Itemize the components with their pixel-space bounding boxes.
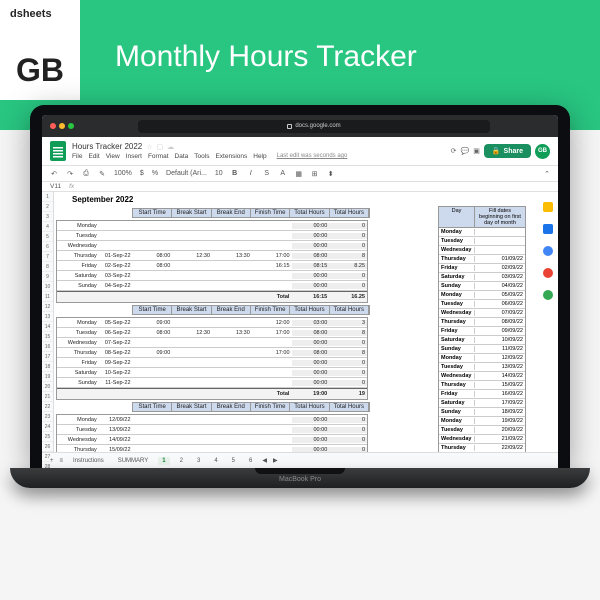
hero-title: Monthly Hours Tracker [115, 40, 417, 74]
calendar-icon[interactable] [543, 224, 553, 234]
all-sheets-icon[interactable]: ≡ [60, 458, 64, 464]
row-headers: 1234567891011121314151617181920212223242… [42, 192, 54, 452]
doc-header: Hours Tracker 2022 ☆ ▢ ☁ File Edit View … [42, 137, 558, 166]
menu-help[interactable]: Help [253, 153, 266, 160]
menu-edit[interactable]: Edit [88, 153, 99, 160]
cloud-icon[interactable]: ☁ [167, 143, 174, 151]
maximize-icon[interactable] [68, 123, 74, 129]
history-icon[interactable]: ⟳ [451, 147, 457, 155]
last-edit[interactable]: Last edit was seconds ago [277, 153, 348, 160]
scroll-left-icon[interactable]: ◀ [262, 457, 267, 464]
sheet-area[interactable]: 1234567891011121314151617181920212223242… [42, 192, 558, 452]
close-icon[interactable] [50, 123, 56, 129]
menu-extensions[interactable]: Extensions [215, 153, 247, 160]
tasks-icon[interactable] [543, 246, 553, 256]
menu-file[interactable]: File [72, 153, 82, 160]
avatar[interactable]: GB [535, 144, 550, 159]
share-button[interactable]: 🔒 Share [484, 144, 531, 158]
toolbar: ↶ ↷ ⎙ ✎ 100% $ % Default (Ari... 10 B I … [42, 166, 558, 182]
currency-icon[interactable]: $ [140, 170, 144, 177]
side-panel-icons [540, 202, 556, 300]
tab-1[interactable]: 1 [158, 457, 169, 465]
add-sheet-icon[interactable]: + [50, 458, 54, 464]
print-icon[interactable]: ⎙ [82, 170, 90, 178]
menu-data[interactable]: Data [175, 153, 189, 160]
text-color-icon[interactable]: A [279, 170, 287, 177]
laptop-base: MacBook Pro [10, 468, 590, 488]
strike-icon[interactable]: S [263, 170, 271, 177]
meet-icon[interactable]: ▣ [473, 147, 480, 155]
percent-icon[interactable]: % [152, 170, 158, 177]
fill-icon[interactable]: ▦ [295, 170, 303, 178]
borders-icon[interactable]: ⊞ [311, 170, 319, 178]
menu-tools[interactable]: Tools [194, 153, 209, 160]
move-icon[interactable]: ▢ [157, 143, 164, 151]
minimize-icon[interactable] [59, 123, 65, 129]
grid[interactable]: September 2022 Start TimeBreak StartBrea… [54, 192, 558, 452]
tab-3[interactable]: 3 [193, 457, 204, 465]
expand-icon[interactable]: ⌃ [544, 170, 550, 178]
doc-title[interactable]: Hours Tracker 2022 [72, 142, 142, 151]
merge-icon[interactable]: ⬍ [327, 170, 335, 178]
menu-bar: File Edit View Insert Format Data Tools … [72, 153, 445, 160]
brand-logo: GB [0, 40, 80, 100]
size-select[interactable]: 10 [215, 170, 223, 177]
url-text: docs.google.com [295, 123, 340, 129]
menu-view[interactable]: View [106, 153, 120, 160]
zoom-select[interactable]: 100% [114, 170, 132, 177]
lock-icon [287, 124, 292, 129]
url-bar[interactable]: docs.google.com [138, 120, 490, 133]
sheet-tabs: + ≡ Instructions SUMMARY 1 2 3 4 5 6 ◀ ▶ [42, 452, 558, 468]
redo-icon[interactable]: ↷ [66, 170, 74, 178]
menu-format[interactable]: Format [148, 153, 169, 160]
menu-insert[interactable]: Insert [126, 153, 142, 160]
name-box-row: V11 fx [42, 182, 558, 192]
undo-icon[interactable]: ↶ [50, 170, 58, 178]
tab-2[interactable]: 2 [176, 457, 187, 465]
fx-icon: fx [69, 183, 74, 190]
tab-summary[interactable]: SUMMARY [114, 457, 153, 465]
browser-chrome: docs.google.com [42, 115, 558, 137]
name-box[interactable]: V11 [50, 183, 61, 190]
tab-4[interactable]: 4 [210, 457, 221, 465]
scroll-right-icon[interactable]: ▶ [273, 457, 278, 464]
bold-icon[interactable]: B [231, 170, 239, 177]
window-controls[interactable] [50, 123, 74, 129]
month-title: September 2022 [72, 195, 133, 204]
brand-tag: dsheets [0, 0, 80, 40]
maps-icon[interactable] [543, 290, 553, 300]
comment-icon[interactable]: 💬 [460, 147, 469, 155]
tab-6[interactable]: 6 [245, 457, 256, 465]
font-select[interactable]: Default (Ari... [166, 170, 207, 177]
paint-icon[interactable]: ✎ [98, 170, 106, 178]
sheets-icon[interactable] [50, 141, 66, 161]
star-icon[interactable]: ☆ [146, 143, 152, 151]
lock-icon: 🔒 [492, 147, 501, 155]
keep-icon[interactable] [543, 202, 553, 212]
laptop-mockup: docs.google.com Hours Tracker 2022 ☆ ▢ ☁… [30, 105, 570, 488]
contacts-icon[interactable] [543, 268, 553, 278]
tab-5[interactable]: 5 [228, 457, 239, 465]
italic-icon[interactable]: I [247, 170, 255, 177]
tab-instructions[interactable]: Instructions [69, 457, 108, 465]
